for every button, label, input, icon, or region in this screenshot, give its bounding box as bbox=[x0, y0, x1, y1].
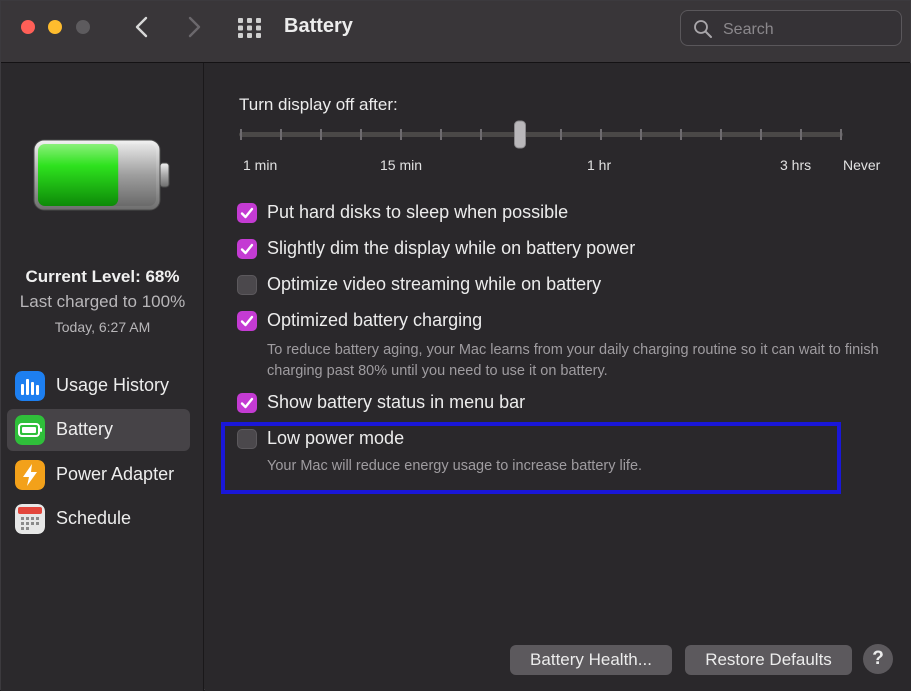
show-all-grid-icon[interactable] bbox=[237, 17, 263, 39]
slider-tick bbox=[840, 129, 842, 140]
highlight-box bbox=[221, 422, 841, 494]
option-label: Show battery status in menu bar bbox=[267, 392, 526, 412]
search-icon bbox=[694, 20, 712, 38]
bar-chart-icon bbox=[15, 371, 45, 401]
slider-knob[interactable] bbox=[514, 120, 526, 149]
charged-time-text: Today, 6:27 AM bbox=[54, 319, 151, 335]
battery-icon bbox=[15, 415, 45, 445]
checkmark-icon bbox=[240, 243, 254, 255]
sidebar: Current Level: 68% Last charged to 100% … bbox=[1, 63, 204, 691]
tick-label-15-min: 15 min bbox=[380, 157, 423, 173]
option-label: Optimize video streaming while on batter… bbox=[267, 274, 602, 294]
checkbox[interactable] bbox=[237, 239, 257, 259]
forward-icon[interactable] bbox=[183, 13, 205, 41]
help-button[interactable]: ? bbox=[863, 644, 893, 674]
sidebar-item-power-adapter[interactable]: Power Adapter bbox=[7, 454, 190, 496]
slider-tick bbox=[720, 129, 722, 140]
sidebar-item-battery[interactable]: Battery bbox=[7, 409, 190, 451]
checkbox[interactable] bbox=[237, 311, 257, 331]
checkbox[interactable] bbox=[237, 203, 257, 223]
slider-tick bbox=[320, 129, 322, 140]
slider-tick bbox=[800, 129, 802, 140]
sidebar-item-usage-history[interactable]: Usage History bbox=[7, 365, 190, 407]
option-label: Optimized battery charging bbox=[267, 310, 483, 330]
sidebar-item-label: Schedule bbox=[56, 508, 132, 528]
last-charged-text: Last charged to 100% bbox=[19, 292, 186, 311]
sidebar-item-schedule[interactable]: Schedule bbox=[7, 498, 190, 540]
preferences-window: Battery Search Current Level: 68% Last c… bbox=[0, 0, 911, 691]
checkmark-icon bbox=[240, 207, 254, 219]
slider-tick bbox=[400, 129, 402, 140]
checkbox[interactable] bbox=[237, 275, 257, 295]
search-input[interactable] bbox=[721, 17, 895, 43]
search-field[interactable] bbox=[680, 10, 902, 46]
tick-label-1-min: 1 min bbox=[243, 157, 278, 173]
sidebar-item-label: Power Adapter bbox=[56, 464, 175, 484]
optimized-charging-description: To reduce battery aging, your Mac learns… bbox=[267, 342, 879, 379]
tick-label-3-hrs: 3 hrs bbox=[780, 157, 812, 173]
slider-tick bbox=[640, 129, 642, 140]
option-label: Slightly dim the display while on batter… bbox=[267, 238, 636, 258]
title-bar: Battery bbox=[1, 1, 910, 63]
sidebar-item-label: Battery bbox=[56, 419, 114, 439]
current-level-text: Current Level: 68% bbox=[25, 267, 180, 286]
close-window-button[interactable] bbox=[21, 20, 35, 34]
slider-tick bbox=[360, 129, 362, 140]
lightning-icon bbox=[15, 460, 45, 490]
slider-tick bbox=[240, 129, 242, 140]
display-sleep-title: Turn display off after: bbox=[239, 95, 398, 114]
slider-tick bbox=[480, 129, 482, 140]
battery-health-button[interactable]: Battery Health... bbox=[510, 645, 672, 675]
battery-fill bbox=[38, 144, 119, 206]
slider-tick bbox=[280, 129, 282, 140]
slider-tick bbox=[440, 129, 442, 140]
window-title: Battery bbox=[284, 15, 353, 37]
calendar-icon bbox=[15, 504, 45, 534]
minimize-window-button[interactable] bbox=[48, 20, 62, 34]
restore-defaults-button[interactable]: Restore Defaults bbox=[685, 645, 852, 675]
zoom-window-button[interactable] bbox=[76, 20, 90, 34]
sidebar-item-label: Usage History bbox=[56, 375, 170, 395]
slider-tick bbox=[560, 129, 562, 140]
option-label: Put hard disks to sleep when possible bbox=[267, 202, 569, 222]
slider-tick bbox=[760, 129, 762, 140]
slider-tick bbox=[600, 129, 602, 140]
checkbox[interactable] bbox=[237, 393, 257, 413]
checkmark-icon bbox=[240, 315, 254, 327]
tick-label-1-hr: 1 hr bbox=[587, 157, 612, 173]
slider-tick bbox=[680, 129, 682, 140]
battery-level-icon bbox=[33, 139, 170, 211]
back-icon[interactable] bbox=[131, 13, 153, 41]
tick-label-never: Never bbox=[843, 157, 881, 173]
display-sleep-slider[interactable] bbox=[235, 119, 847, 151]
main-panel: Turn display off after: 1 min 15 min 1 h… bbox=[205, 63, 911, 691]
checkmark-icon bbox=[240, 397, 254, 409]
